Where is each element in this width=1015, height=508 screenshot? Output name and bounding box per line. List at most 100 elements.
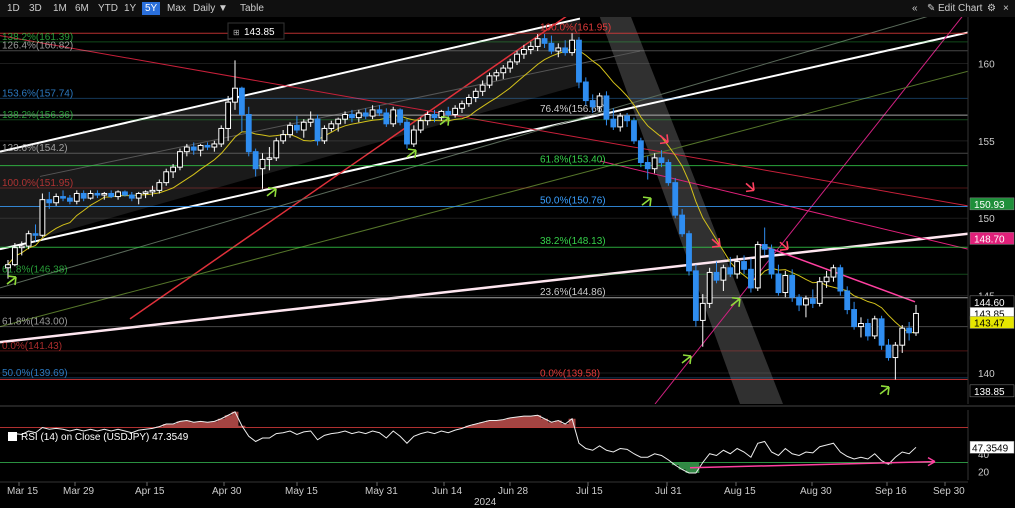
- candle: [362, 112, 369, 117]
- time-tick-label: Jul 31: [655, 486, 682, 497]
- range-5y-button[interactable]: 5Y: [142, 2, 161, 15]
- candle: [514, 53, 520, 63]
- candle: [465, 96, 472, 105]
- candle: [789, 275, 796, 298]
- candle: [287, 124, 293, 136]
- time-tick-label: Aug 15: [724, 486, 756, 497]
- time-tick-label: Apr 30: [212, 486, 242, 497]
- candle: [713, 271, 720, 281]
- candle: [741, 261, 747, 270]
- price-chart[interactable]: 100.0%(161.95) 76.4%(156.66) 61.8%(153.40)…: [0, 17, 1015, 508]
- range-1m-button[interactable]: 1M: [50, 2, 70, 15]
- range-max-button[interactable]: Max: [164, 2, 189, 15]
- candle: [734, 261, 741, 275]
- candle: [211, 143, 218, 148]
- range-1d-button[interactable]: 1D: [4, 2, 23, 15]
- candle: [782, 275, 789, 294]
- rsi-legend: RSI (14) on Close (USDJPY) 47.3549: [8, 432, 189, 443]
- candle: [53, 196, 60, 204]
- candle: [87, 192, 94, 199]
- rsi-tick-label: 20: [978, 467, 990, 478]
- close-icon[interactable]: ×: [1000, 2, 1012, 15]
- cursor-readout-box: ⊞ 143.85: [227, 22, 285, 40]
- fib-level-label-left: 123.6%(154.2): [2, 143, 68, 154]
- candle: [803, 298, 809, 306]
- candle: [837, 267, 844, 292]
- candle: [459, 103, 465, 109]
- time-tick-label: Mar 15: [7, 486, 39, 497]
- candle: [11, 247, 18, 266]
- candle: [335, 118, 342, 125]
- candle: [665, 162, 672, 184]
- price-tag-label: 143.47: [974, 318, 1005, 329]
- candle: [321, 127, 328, 142]
- rsi-value-label: 47.3549: [972, 443, 1009, 454]
- fib-level-label: 50.0%(150.76): [540, 195, 606, 206]
- candle: [101, 192, 108, 196]
- candle: [555, 47, 562, 52]
- candle: [761, 244, 768, 250]
- candle: [878, 318, 885, 346]
- candle: [603, 95, 610, 120]
- candle: [177, 151, 183, 168]
- price-tick-label: 150: [978, 214, 995, 225]
- interval-dropdown[interactable]: Daily ▼: [190, 2, 231, 15]
- candle: [871, 318, 878, 337]
- candle: [431, 114, 438, 119]
- time-tick-label: Sep 30: [933, 486, 965, 497]
- candle: [73, 192, 80, 202]
- candle: [397, 109, 403, 123]
- fib-level-label: 100.0%(161.95): [540, 22, 611, 33]
- candle: [328, 123, 335, 129]
- candle: [404, 121, 410, 145]
- price-tick-label: 140: [978, 369, 995, 380]
- fib-level-label-left: 0.0%(141.43): [2, 341, 62, 352]
- collapse-icon[interactable]: «: [909, 2, 921, 15]
- candle: [376, 109, 383, 114]
- candle: [720, 267, 727, 281]
- candle: [527, 45, 534, 51]
- candle: [692, 270, 699, 321]
- time-tick-label: Jun 14: [432, 486, 462, 497]
- candle: [913, 312, 919, 334]
- candle: [479, 84, 486, 92]
- candle: [142, 191, 149, 194]
- candle: [94, 192, 101, 196]
- candle: [534, 38, 541, 47]
- candle: [245, 114, 252, 153]
- crosshair-icon: ⊞: [233, 28, 240, 37]
- gear-icon[interactable]: ⚙: [984, 2, 999, 15]
- candle: [149, 189, 156, 193]
- candle: [60, 196, 66, 199]
- time-tick-label: Jul 15: [576, 486, 603, 497]
- rsi-legend-text: RSI (14) on Close (USDJPY) 47.3549: [21, 432, 189, 443]
- candle: [273, 140, 280, 159]
- fib-level-label: 76.4%(156.66): [540, 104, 606, 115]
- range-1y-button[interactable]: 1Y: [121, 2, 139, 15]
- range-3d-button[interactable]: 3D: [26, 2, 45, 15]
- candle: [631, 120, 637, 142]
- candle: [238, 87, 245, 116]
- candle: [156, 182, 163, 191]
- fib-level-label-left: 153.6%(157.74): [2, 88, 73, 99]
- range-6m-button[interactable]: 6M: [72, 2, 92, 15]
- candle: [355, 112, 362, 119]
- candle: [300, 121, 307, 131]
- table-button[interactable]: Table: [237, 2, 267, 15]
- fib-level-label-left: 61.8%(146.38): [2, 264, 68, 275]
- edit-chart-button[interactable]: Edit Chart: [935, 2, 985, 15]
- candle: [706, 271, 713, 304]
- time-tick-label: Apr 15: [135, 486, 165, 497]
- candle: [383, 112, 390, 125]
- candle: [183, 146, 190, 153]
- candle: [830, 267, 837, 278]
- price-tag-label: 148.70: [974, 234, 1005, 245]
- range-ytd-button[interactable]: YTD: [95, 2, 121, 15]
- candle: [218, 127, 225, 145]
- candle: [115, 191, 121, 198]
- candle: [582, 81, 589, 102]
- candle: [844, 290, 851, 311]
- candle: [548, 42, 555, 52]
- fib-level-label: 23.6%(144.86): [540, 287, 606, 298]
- candle: [768, 248, 775, 275]
